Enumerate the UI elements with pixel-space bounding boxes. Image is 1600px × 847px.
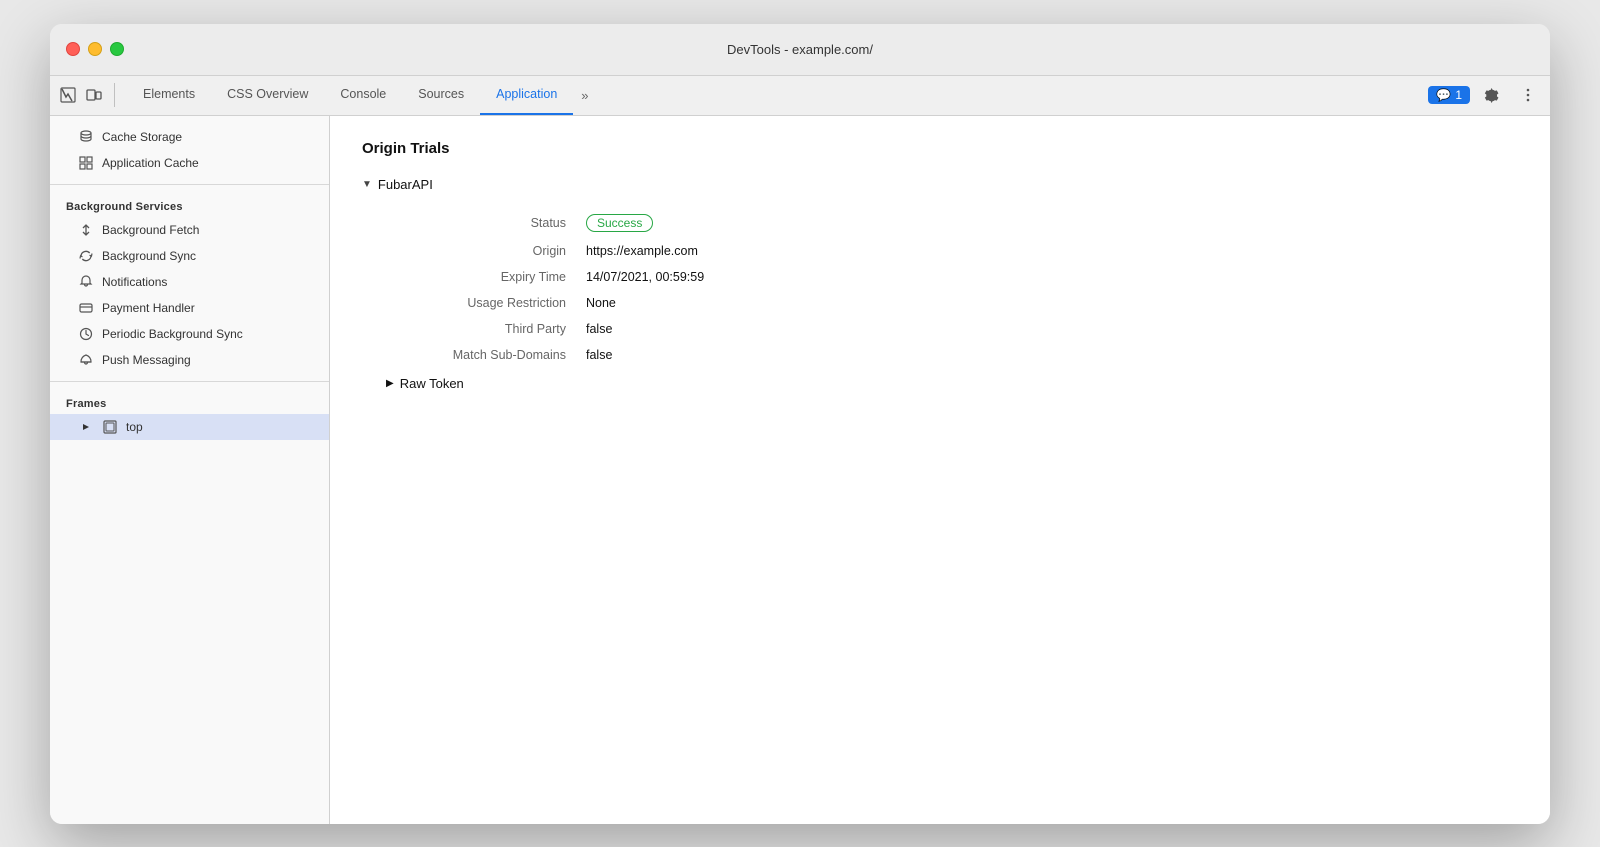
settings-button[interactable] [1478, 81, 1506, 109]
main-content: Cache Storage Application Cache Backgrou… [50, 116, 1550, 824]
field-value-usage-restriction: None [586, 296, 616, 310]
sidebar-item-background-sync[interactable]: Background Sync [50, 243, 329, 269]
raw-token-arrow: ▶ [386, 378, 394, 389]
field-label-match-sub-domains: Match Sub-Domains [386, 348, 586, 362]
sidebar-item-application-cache[interactable]: Application Cache [50, 150, 329, 176]
payment-handler-label: Payment Handler [102, 301, 195, 315]
field-value-third-party: false [586, 322, 612, 336]
tab-css-overview[interactable]: CSS Overview [211, 76, 324, 115]
sidebar-item-notifications[interactable]: Notifications [50, 269, 329, 295]
device-toggle-icon[interactable] [84, 85, 104, 105]
periodic-background-sync-icon [78, 326, 94, 342]
tab-divider [114, 83, 115, 107]
content-panel: Origin Trials ▼ FubarAPI Status Success … [330, 116, 1550, 824]
tab-console[interactable]: Console [324, 76, 402, 115]
sidebar-item-push-messaging[interactable]: Push Messaging [50, 347, 329, 373]
sidebar-item-cache-storage[interactable]: Cache Storage [50, 124, 329, 150]
periodic-background-sync-label: Periodic Background Sync [102, 327, 243, 341]
cache-storage-icon [78, 129, 94, 145]
frames-top-arrow-icon [78, 419, 94, 435]
field-label-usage-restriction: Usage Restriction [386, 296, 586, 310]
field-row-origin: Origin https://example.com [386, 238, 1518, 264]
status-badge: Success [586, 214, 653, 232]
notification-badge[interactable]: 💬 1 [1428, 86, 1470, 104]
frames-top-frame-icon [102, 419, 118, 435]
field-label-origin: Origin [386, 244, 586, 258]
raw-token-label: Raw Token [400, 376, 464, 391]
field-row-usage-restriction: Usage Restriction None [386, 290, 1518, 316]
notifications-icon [78, 274, 94, 290]
sidebar-item-frames-top[interactable]: top [50, 414, 329, 440]
raw-token-row[interactable]: ▶ Raw Token [386, 376, 1518, 391]
tab-bar-right: 💬 1 [1428, 76, 1542, 115]
tab-application[interactable]: Application [480, 76, 573, 115]
frames-header: Frames [50, 390, 329, 414]
frames-top-label: top [126, 420, 143, 434]
payment-handler-icon [78, 300, 94, 316]
background-fetch-label: Background Fetch [102, 223, 199, 237]
api-section: ▼ FubarAPI Status Success Origin https:/… [362, 177, 1518, 391]
field-value-status: Success [586, 214, 653, 232]
sidebar-item-background-fetch[interactable]: Background Fetch [50, 217, 329, 243]
push-messaging-icon [78, 352, 94, 368]
application-cache-icon [78, 155, 94, 171]
close-button[interactable] [66, 42, 80, 56]
api-name: FubarAPI [378, 177, 433, 192]
devtools-window: DevTools - example.com/ Elements CSS [50, 24, 1550, 824]
notifications-label: Notifications [102, 275, 167, 289]
field-row-expiry-time: Expiry Time 14/07/2021, 00:59:59 [386, 264, 1518, 290]
traffic-lights [66, 42, 124, 56]
window-title: DevTools - example.com/ [727, 42, 873, 57]
notification-icon: 💬 [1436, 88, 1451, 102]
background-fetch-icon [78, 222, 94, 238]
field-row-match-sub-domains: Match Sub-Domains false [386, 342, 1518, 368]
sidebar: Cache Storage Application Cache Backgrou… [50, 116, 330, 824]
sidebar-item-periodic-background-sync[interactable]: Periodic Background Sync [50, 321, 329, 347]
maximize-button[interactable] [110, 42, 124, 56]
field-value-expiry-time: 14/07/2021, 00:59:59 [586, 270, 704, 284]
field-label-expiry-time: Expiry Time [386, 270, 586, 284]
tab-sources[interactable]: Sources [402, 76, 480, 115]
minimize-button[interactable] [88, 42, 102, 56]
more-options-button[interactable] [1514, 81, 1542, 109]
tab-bar: Elements CSS Overview Console Sources Ap… [50, 76, 1550, 116]
api-header[interactable]: ▼ FubarAPI [362, 177, 1518, 192]
field-row-third-party: Third Party false [386, 316, 1518, 342]
inspect-icon[interactable] [58, 85, 78, 105]
push-messaging-label: Push Messaging [102, 353, 191, 367]
tab-bar-left-tools [58, 76, 119, 115]
field-value-match-sub-domains: false [586, 348, 612, 362]
panel-title: Origin Trials [362, 140, 1518, 157]
background-services-header: Background Services [50, 193, 329, 217]
application-cache-label: Application Cache [102, 156, 199, 170]
title-bar: DevTools - example.com/ [50, 24, 1550, 76]
background-sync-icon [78, 248, 94, 264]
sidebar-item-payment-handler[interactable]: Payment Handler [50, 295, 329, 321]
tab-more-button[interactable]: » [573, 76, 596, 115]
field-value-origin: https://example.com [586, 244, 698, 258]
sidebar-divider-2 [50, 381, 329, 382]
field-row-status: Status Success [386, 208, 1518, 238]
field-label-status: Status [386, 216, 586, 230]
notification-count: 1 [1455, 88, 1462, 102]
sidebar-divider-1 [50, 184, 329, 185]
field-label-third-party: Third Party [386, 322, 586, 336]
api-expand-arrow: ▼ [362, 179, 372, 190]
cache-storage-label: Cache Storage [102, 130, 182, 144]
background-sync-label: Background Sync [102, 249, 196, 263]
tab-elements[interactable]: Elements [127, 76, 211, 115]
